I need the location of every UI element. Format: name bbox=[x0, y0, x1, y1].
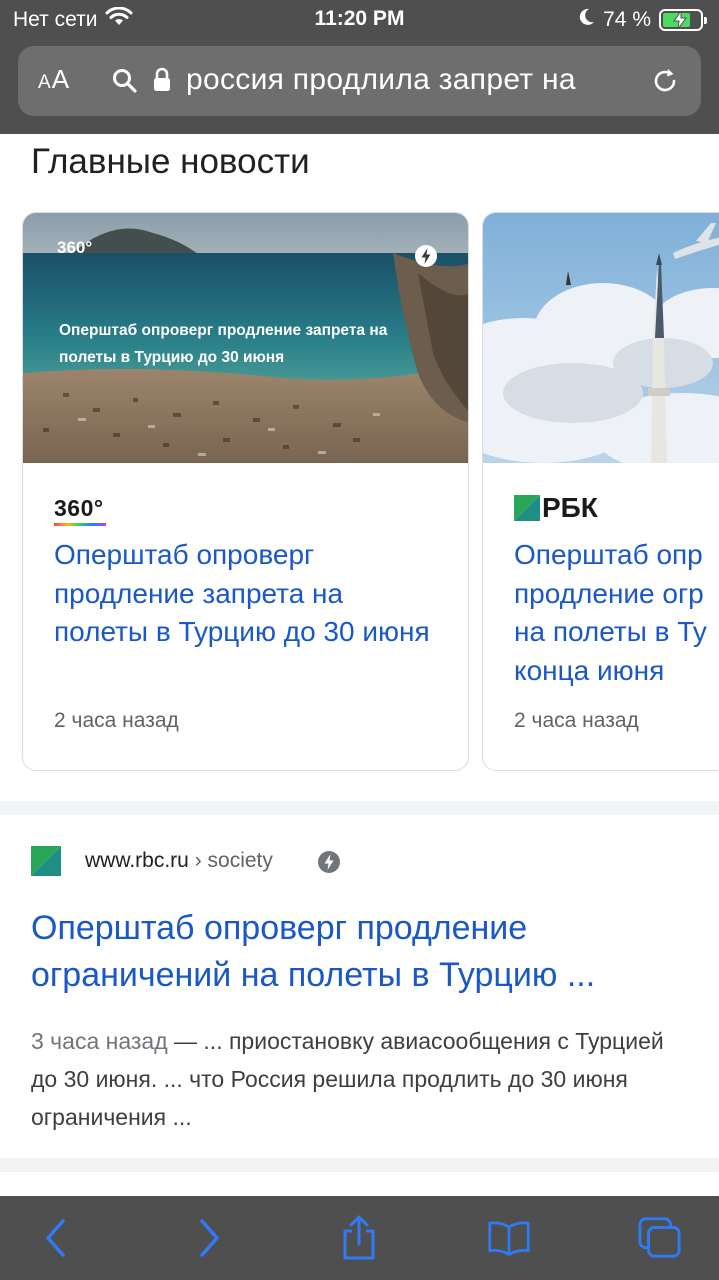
browser-bottom-toolbar bbox=[0, 1196, 719, 1280]
rbc-favicon-icon bbox=[31, 846, 61, 881]
search-results: Главные новости 360° Оперштаб опроверг п… bbox=[0, 134, 719, 1196]
source-logo-360: 360° bbox=[54, 492, 106, 526]
back-button[interactable] bbox=[34, 1216, 78, 1260]
section-divider bbox=[0, 801, 719, 815]
news-card-time: 2 часа назад bbox=[514, 709, 639, 732]
news-card-headline[interactable]: Оперштаб опр продление огр на полеты в Ту к… bbox=[514, 536, 719, 690]
share-button[interactable] bbox=[337, 1215, 381, 1260]
tabs-button[interactable] bbox=[638, 1216, 682, 1260]
news-card-headline[interactable]: Оперштаб опроверг продление запрета на п… bbox=[54, 536, 444, 652]
logo-underline bbox=[54, 522, 106, 526]
amp-icon bbox=[414, 244, 438, 273]
headline-line: Оперштаб опр bbox=[514, 539, 703, 570]
battery-cap bbox=[704, 17, 707, 24]
search-icon bbox=[112, 68, 138, 99]
result-title-link[interactable]: Оперштаб опроверг продление ограничений … bbox=[31, 905, 701, 999]
amp-icon bbox=[317, 850, 341, 879]
status-bar: Нет сети 11:20 PM 74 % bbox=[0, 0, 719, 40]
headline-line: конца июня bbox=[514, 654, 665, 686]
result-date: 3 часа назад bbox=[31, 1028, 168, 1054]
battery-icon bbox=[659, 9, 707, 31]
rbk-logo-icon bbox=[514, 495, 540, 521]
result-snippet: 3 часа назад — ... приостановку авиасооб… bbox=[31, 1022, 691, 1136]
section-divider bbox=[0, 1158, 719, 1172]
top-stories-title: Главные новости bbox=[31, 142, 310, 181]
news-card-image: 360° Оперштаб опроверг продление запрета… bbox=[23, 213, 468, 463]
news-card-time: 2 часа назад bbox=[54, 709, 179, 732]
battery-percent: 74 % bbox=[603, 8, 651, 31]
news-card-image bbox=[483, 213, 719, 463]
forward-button[interactable] bbox=[187, 1216, 231, 1260]
source-name: 360° bbox=[54, 494, 104, 521]
result-breadcrumb[interactable]: www.rbc.ru › society bbox=[85, 849, 273, 873]
headline-line: на полеты в Ту bbox=[514, 616, 707, 647]
address-bar[interactable]: AA россия продлила запрет на bbox=[18, 46, 701, 116]
book-icon bbox=[488, 1221, 530, 1256]
image-overlay-text: Оперштаб опроверг продление запрета на п… bbox=[59, 322, 388, 366]
lock-icon bbox=[153, 67, 171, 98]
charging-bolt-icon bbox=[673, 11, 687, 29]
headline-text: Оперштаб опр продление огр на полеты в Ту к… bbox=[514, 536, 719, 690]
source-logo-rbk: РБК bbox=[514, 492, 598, 524]
chevron-right-icon bbox=[200, 1219, 219, 1257]
reload-icon[interactable] bbox=[650, 66, 680, 101]
chevron-left-icon bbox=[46, 1219, 65, 1257]
image-logo-360: 360° bbox=[57, 238, 93, 257]
share-icon bbox=[343, 1215, 375, 1260]
result-domain: www.rbc.ru bbox=[85, 849, 189, 872]
url-text[interactable]: россия продлила запрет на bbox=[186, 63, 611, 97]
news-card[interactable]: РБК Оперштаб опр продление огр на полеты в… bbox=[482, 212, 719, 771]
browser-top-chrome: Нет сети 11:20 PM 74 % AA россия продлил… bbox=[0, 0, 719, 134]
minaret-plane-photo bbox=[483, 213, 719, 463]
source-name: РБК bbox=[542, 492, 598, 523]
moon-icon bbox=[577, 7, 595, 33]
search-result[interactable]: www.rbc.ru › society Оперштаб опроверг п… bbox=[0, 815, 719, 1158]
status-right: 74 % bbox=[577, 7, 707, 33]
text-size-button[interactable]: AA bbox=[38, 64, 70, 95]
bookmarks-button[interactable] bbox=[487, 1216, 531, 1260]
result-path: › society bbox=[188, 849, 273, 872]
tabs-icon bbox=[638, 1217, 681, 1258]
news-card[interactable]: 360° Оперштаб опроверг продление запрета… bbox=[22, 212, 469, 771]
headline-line: продление огр bbox=[514, 577, 704, 609]
next-result-partial bbox=[0, 1172, 719, 1196]
